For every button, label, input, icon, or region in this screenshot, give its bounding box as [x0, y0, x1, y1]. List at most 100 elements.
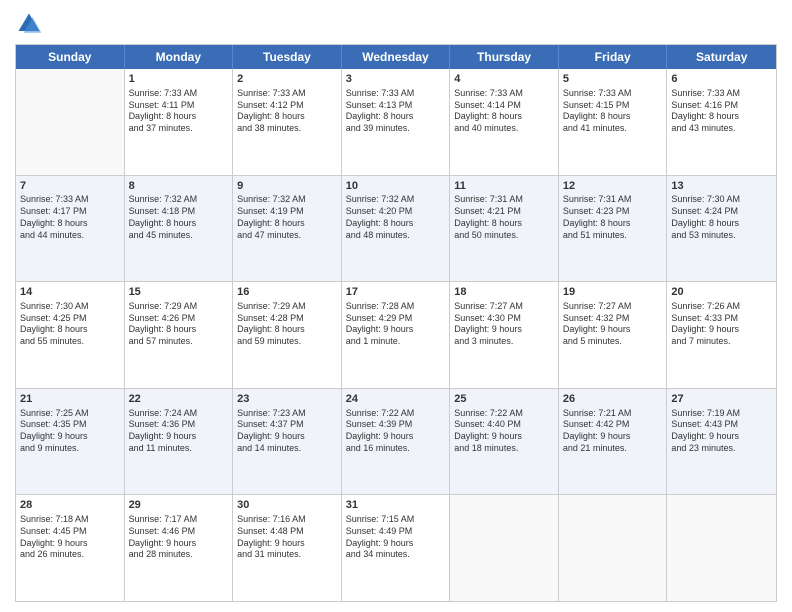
calendar-body: 1Sunrise: 7:33 AM Sunset: 4:11 PM Daylig… — [16, 69, 776, 601]
day-number: 14 — [20, 285, 120, 300]
header — [15, 10, 777, 38]
day-info: Sunrise: 7:22 AM Sunset: 4:39 PM Dayligh… — [346, 408, 446, 455]
cal-cell-day-31: 31Sunrise: 7:15 AM Sunset: 4:49 PM Dayli… — [342, 495, 451, 601]
cal-week-0: 1Sunrise: 7:33 AM Sunset: 4:11 PM Daylig… — [16, 69, 776, 176]
page: SundayMondayTuesdayWednesdayThursdayFrid… — [0, 0, 792, 612]
day-number: 27 — [671, 392, 772, 407]
logo — [15, 10, 47, 38]
day-number: 8 — [129, 179, 229, 194]
day-number: 21 — [20, 392, 120, 407]
day-number: 22 — [129, 392, 229, 407]
day-info: Sunrise: 7:31 AM Sunset: 4:23 PM Dayligh… — [563, 194, 663, 241]
day-info: Sunrise: 7:33 AM Sunset: 4:16 PM Dayligh… — [671, 88, 772, 135]
cal-cell-day-30: 30Sunrise: 7:16 AM Sunset: 4:48 PM Dayli… — [233, 495, 342, 601]
cal-cell-day-13: 13Sunrise: 7:30 AM Sunset: 4:24 PM Dayli… — [667, 176, 776, 282]
day-info: Sunrise: 7:33 AM Sunset: 4:14 PM Dayligh… — [454, 88, 554, 135]
cal-cell-day-15: 15Sunrise: 7:29 AM Sunset: 4:26 PM Dayli… — [125, 282, 234, 388]
day-number: 2 — [237, 72, 337, 87]
day-info: Sunrise: 7:24 AM Sunset: 4:36 PM Dayligh… — [129, 408, 229, 455]
day-number: 4 — [454, 72, 554, 87]
cal-cell-day-8: 8Sunrise: 7:32 AM Sunset: 4:18 PM Daylig… — [125, 176, 234, 282]
day-info: Sunrise: 7:29 AM Sunset: 4:26 PM Dayligh… — [129, 301, 229, 348]
day-info: Sunrise: 7:29 AM Sunset: 4:28 PM Dayligh… — [237, 301, 337, 348]
cal-cell-day-18: 18Sunrise: 7:27 AM Sunset: 4:30 PM Dayli… — [450, 282, 559, 388]
day-number: 9 — [237, 179, 337, 194]
cal-header-wednesday: Wednesday — [342, 45, 451, 69]
day-info: Sunrise: 7:33 AM Sunset: 4:17 PM Dayligh… — [20, 194, 120, 241]
day-info: Sunrise: 7:27 AM Sunset: 4:30 PM Dayligh… — [454, 301, 554, 348]
cal-cell-day-22: 22Sunrise: 7:24 AM Sunset: 4:36 PM Dayli… — [125, 389, 234, 495]
cal-cell-empty — [450, 495, 559, 601]
cal-cell-day-27: 27Sunrise: 7:19 AM Sunset: 4:43 PM Dayli… — [667, 389, 776, 495]
cal-header-friday: Friday — [559, 45, 668, 69]
cal-cell-day-10: 10Sunrise: 7:32 AM Sunset: 4:20 PM Dayli… — [342, 176, 451, 282]
cal-cell-day-4: 4Sunrise: 7:33 AM Sunset: 4:14 PM Daylig… — [450, 69, 559, 175]
day-info: Sunrise: 7:30 AM Sunset: 4:25 PM Dayligh… — [20, 301, 120, 348]
cal-week-2: 14Sunrise: 7:30 AM Sunset: 4:25 PM Dayli… — [16, 282, 776, 389]
cal-header-saturday: Saturday — [667, 45, 776, 69]
day-info: Sunrise: 7:25 AM Sunset: 4:35 PM Dayligh… — [20, 408, 120, 455]
day-number: 20 — [671, 285, 772, 300]
cal-cell-day-1: 1Sunrise: 7:33 AM Sunset: 4:11 PM Daylig… — [125, 69, 234, 175]
cal-cell-empty — [559, 495, 668, 601]
cal-week-1: 7Sunrise: 7:33 AM Sunset: 4:17 PM Daylig… — [16, 176, 776, 283]
day-number: 1 — [129, 72, 229, 87]
day-number: 23 — [237, 392, 337, 407]
cal-header-monday: Monday — [125, 45, 234, 69]
calendar-header-row: SundayMondayTuesdayWednesdayThursdayFrid… — [16, 45, 776, 69]
day-number: 31 — [346, 498, 446, 513]
logo-icon — [15, 10, 43, 38]
day-info: Sunrise: 7:30 AM Sunset: 4:24 PM Dayligh… — [671, 194, 772, 241]
cal-cell-day-24: 24Sunrise: 7:22 AM Sunset: 4:39 PM Dayli… — [342, 389, 451, 495]
cal-cell-day-6: 6Sunrise: 7:33 AM Sunset: 4:16 PM Daylig… — [667, 69, 776, 175]
day-info: Sunrise: 7:23 AM Sunset: 4:37 PM Dayligh… — [237, 408, 337, 455]
day-number: 13 — [671, 179, 772, 194]
cal-header-thursday: Thursday — [450, 45, 559, 69]
day-number: 25 — [454, 392, 554, 407]
cal-cell-day-12: 12Sunrise: 7:31 AM Sunset: 4:23 PM Dayli… — [559, 176, 668, 282]
cal-cell-day-21: 21Sunrise: 7:25 AM Sunset: 4:35 PM Dayli… — [16, 389, 125, 495]
cal-cell-day-20: 20Sunrise: 7:26 AM Sunset: 4:33 PM Dayli… — [667, 282, 776, 388]
day-info: Sunrise: 7:32 AM Sunset: 4:20 PM Dayligh… — [346, 194, 446, 241]
day-number: 17 — [346, 285, 446, 300]
cal-cell-day-7: 7Sunrise: 7:33 AM Sunset: 4:17 PM Daylig… — [16, 176, 125, 282]
day-number: 24 — [346, 392, 446, 407]
day-info: Sunrise: 7:15 AM Sunset: 4:49 PM Dayligh… — [346, 514, 446, 561]
day-number: 28 — [20, 498, 120, 513]
day-number: 3 — [346, 72, 446, 87]
cal-cell-day-25: 25Sunrise: 7:22 AM Sunset: 4:40 PM Dayli… — [450, 389, 559, 495]
day-info: Sunrise: 7:19 AM Sunset: 4:43 PM Dayligh… — [671, 408, 772, 455]
day-number: 5 — [563, 72, 663, 87]
cal-cell-day-26: 26Sunrise: 7:21 AM Sunset: 4:42 PM Dayli… — [559, 389, 668, 495]
day-info: Sunrise: 7:21 AM Sunset: 4:42 PM Dayligh… — [563, 408, 663, 455]
day-number: 11 — [454, 179, 554, 194]
day-info: Sunrise: 7:31 AM Sunset: 4:21 PM Dayligh… — [454, 194, 554, 241]
day-info: Sunrise: 7:32 AM Sunset: 4:18 PM Dayligh… — [129, 194, 229, 241]
cal-cell-day-11: 11Sunrise: 7:31 AM Sunset: 4:21 PM Dayli… — [450, 176, 559, 282]
day-number: 15 — [129, 285, 229, 300]
calendar: SundayMondayTuesdayWednesdayThursdayFrid… — [15, 44, 777, 602]
day-number: 19 — [563, 285, 663, 300]
day-number: 18 — [454, 285, 554, 300]
cal-cell-empty — [667, 495, 776, 601]
cal-week-3: 21Sunrise: 7:25 AM Sunset: 4:35 PM Dayli… — [16, 389, 776, 496]
cal-cell-day-2: 2Sunrise: 7:33 AM Sunset: 4:12 PM Daylig… — [233, 69, 342, 175]
cal-cell-day-29: 29Sunrise: 7:17 AM Sunset: 4:46 PM Dayli… — [125, 495, 234, 601]
cal-cell-day-23: 23Sunrise: 7:23 AM Sunset: 4:37 PM Dayli… — [233, 389, 342, 495]
cal-cell-day-17: 17Sunrise: 7:28 AM Sunset: 4:29 PM Dayli… — [342, 282, 451, 388]
day-info: Sunrise: 7:22 AM Sunset: 4:40 PM Dayligh… — [454, 408, 554, 455]
cal-week-4: 28Sunrise: 7:18 AM Sunset: 4:45 PM Dayli… — [16, 495, 776, 601]
cal-cell-day-5: 5Sunrise: 7:33 AM Sunset: 4:15 PM Daylig… — [559, 69, 668, 175]
cal-cell-day-19: 19Sunrise: 7:27 AM Sunset: 4:32 PM Dayli… — [559, 282, 668, 388]
day-info: Sunrise: 7:17 AM Sunset: 4:46 PM Dayligh… — [129, 514, 229, 561]
day-info: Sunrise: 7:16 AM Sunset: 4:48 PM Dayligh… — [237, 514, 337, 561]
day-number: 10 — [346, 179, 446, 194]
day-info: Sunrise: 7:28 AM Sunset: 4:29 PM Dayligh… — [346, 301, 446, 348]
day-info: Sunrise: 7:18 AM Sunset: 4:45 PM Dayligh… — [20, 514, 120, 561]
day-number: 7 — [20, 179, 120, 194]
day-info: Sunrise: 7:33 AM Sunset: 4:13 PM Dayligh… — [346, 88, 446, 135]
cal-cell-day-28: 28Sunrise: 7:18 AM Sunset: 4:45 PM Dayli… — [16, 495, 125, 601]
day-number: 30 — [237, 498, 337, 513]
day-info: Sunrise: 7:27 AM Sunset: 4:32 PM Dayligh… — [563, 301, 663, 348]
day-number: 26 — [563, 392, 663, 407]
